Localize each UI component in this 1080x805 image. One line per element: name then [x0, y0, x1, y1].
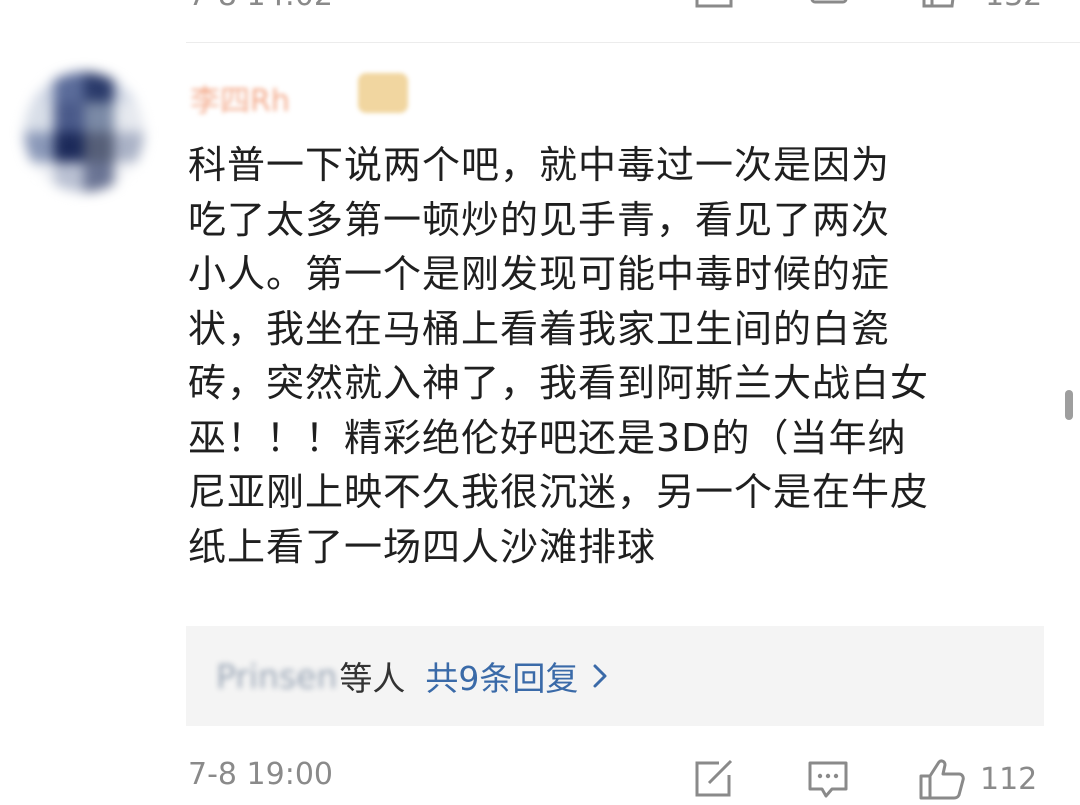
comment-button[interactable]	[806, 757, 850, 801]
previous-comment-footer: 7-8 14:02 132	[0, 0, 1080, 12]
replies-summary[interactable]: Prinsen 等人 共9条回复	[186, 626, 1044, 726]
comment-bubble-icon	[808, 761, 848, 798]
share-edit-icon	[695, 759, 733, 797]
avatar-pixel	[24, 162, 54, 192]
like-button[interactable]: 112	[918, 757, 1037, 801]
thumbs-up-icon[interactable]	[920, 0, 958, 8]
vip-badge-icon	[358, 73, 408, 113]
avatar-pixel	[84, 102, 114, 132]
like-count: 112	[980, 761, 1038, 797]
avatar-pixel	[114, 162, 144, 192]
comment-bubble-icon[interactable]	[810, 0, 848, 8]
avatar-pixel	[24, 132, 54, 162]
view-replies-link[interactable]: 共9条回复	[425, 652, 608, 700]
share-button[interactable]	[693, 757, 735, 801]
thumbs-up-icon	[919, 759, 965, 800]
avatar-pixel	[114, 72, 144, 102]
avatar-pixel	[24, 102, 54, 132]
username[interactable]: 李四Rh	[190, 76, 290, 120]
avatar-pixel	[24, 72, 54, 102]
reply-count-label: 共9条回复	[425, 659, 579, 698]
scrollbar[interactable]	[1065, 390, 1073, 420]
avatar-pixel	[54, 102, 84, 132]
avatar-pixel	[54, 162, 84, 192]
avatar-pixel	[54, 132, 84, 162]
avatar-pixel	[114, 132, 144, 162]
previous-like-count: 132	[985, 0, 1042, 12]
share-edit-icon[interactable]	[695, 0, 733, 8]
comment-text: 科普一下说两个吧，就中毒过一次是因为 吃了太多第一顿炒的见手青，看见了两次 小人…	[188, 143, 930, 569]
previous-comment-time: 7-8 14:02	[188, 0, 333, 12]
replier-name: Prinsen	[216, 656, 338, 696]
comment-divider	[186, 42, 1080, 43]
comment-thread: 7-8 14:02 132 李四Rh 科普一下说两个吧，就中毒过一次是因为 吃了…	[0, 0, 1080, 805]
avatar-pixel	[84, 132, 114, 162]
avatar-pixel	[84, 72, 114, 102]
replier-suffix: 等人	[339, 659, 406, 698]
avatar[interactable]	[24, 72, 144, 192]
avatar-pixel	[114, 102, 144, 132]
avatar-pixel	[54, 72, 84, 102]
chevron-right-icon	[593, 664, 607, 688]
avatar-pixel	[84, 162, 114, 192]
comment-time: 7-8 19:00	[188, 757, 333, 792]
